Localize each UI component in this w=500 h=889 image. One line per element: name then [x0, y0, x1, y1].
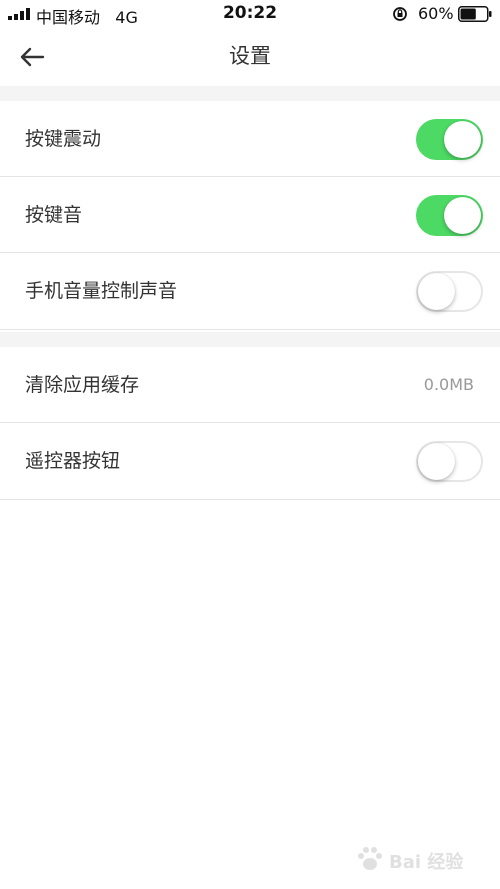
setting-row-key-sound[interactable]: 按键音	[0, 177, 500, 253]
key-sound-toggle[interactable]	[416, 195, 483, 236]
signal-icon	[8, 8, 30, 20]
carrier-info: 中国移动 4G	[36, 4, 138, 28]
status-bar: 中国移动 4G 20:22 60%	[0, 0, 500, 28]
toggle-knob	[418, 273, 455, 310]
setting-row-clear-cache[interactable]: 清除应用缓存 0.0MB	[0, 347, 500, 423]
settings-group-sound: 按键震动 按键音 手机音量控制声音	[0, 101, 500, 330]
setting-label: 按键震动	[25, 128, 102, 150]
setting-label: 遥控器按钮	[25, 450, 121, 472]
network-type: 4G	[115, 8, 138, 27]
baidu-jingyan-watermark: Bai 经验	[355, 838, 475, 878]
paw-icon	[358, 847, 382, 870]
toggle-knob	[418, 443, 455, 480]
setting-row-volume-control[interactable]: 手机音量控制声音	[0, 253, 500, 330]
battery-percentage: 60%	[418, 4, 454, 23]
setting-label: 手机音量控制声音	[25, 280, 178, 302]
watermark-text: Bai 经验	[389, 852, 464, 873]
volume-control-toggle[interactable]	[416, 271, 483, 312]
navigation-bar: 设置	[0, 28, 500, 86]
section-divider	[0, 332, 500, 347]
page-title: 设置	[229, 44, 271, 68]
back-arrow-icon[interactable]	[16, 40, 50, 74]
battery-icon	[458, 6, 492, 22]
setting-row-key-vibration[interactable]: 按键震动	[0, 101, 500, 177]
settings-group-app: 清除应用缓存 0.0MB 遥控器按钮	[0, 347, 500, 500]
setting-label: 清除应用缓存	[25, 374, 140, 396]
section-divider	[0, 86, 500, 101]
toggle-knob	[444, 121, 481, 158]
key-vibration-toggle[interactable]	[416, 119, 483, 160]
remote-button-toggle[interactable]	[416, 441, 483, 482]
setting-row-remote-button[interactable]: 遥控器按钮	[0, 423, 500, 500]
rotation-lock-icon	[393, 7, 407, 21]
toggle-knob	[444, 197, 481, 234]
cache-size-value: 0.0MB	[423, 375, 474, 394]
setting-label: 按键音	[25, 204, 83, 226]
carrier-name: 中国移动	[36, 8, 101, 27]
